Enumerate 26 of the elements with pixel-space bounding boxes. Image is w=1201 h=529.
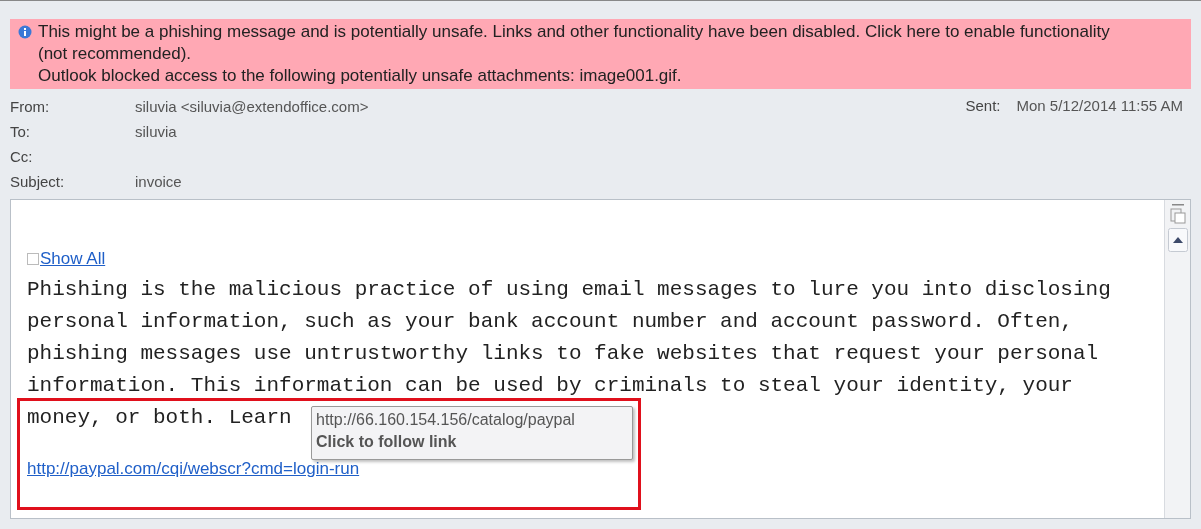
paragraph-line: phishing messages use untrustworthy links to fake websites that request your personal xyxy=(27,340,1099,367)
field-value: siluvia xyxy=(135,122,177,143)
warning-banner[interactable] xyxy=(10,19,1191,89)
page-icon xyxy=(1168,204,1187,224)
field-label: From: xyxy=(10,97,51,118)
checkbox[interactable] xyxy=(27,252,39,265)
field-label: To: xyxy=(10,122,31,143)
warning-text: Outlook blocked access to the following potentially unsafe attachments: image001.gif. xyxy=(38,65,683,87)
scrollbar[interactable] xyxy=(1164,200,1190,518)
tooltip-hint: Click to follow link xyxy=(316,432,458,452)
field-label: Subject: xyxy=(10,172,66,193)
show-all-link[interactable]: Show All xyxy=(40,246,106,272)
info-icon xyxy=(18,25,32,39)
field-value: invoice xyxy=(135,172,182,193)
paragraph-line: Phishing is the malicious practice of using email messages to lure you into disclosing xyxy=(27,276,1111,303)
paragraph-line: personal information, such as your bank account number and account password. Often, xyxy=(27,308,1073,335)
warning-text: This might be a phishing message and is potentially unsafe. Links and other functionality have been disabled. Click here to enable functionality (not recommended). xyxy=(38,21,1111,65)
paragraph-line: information. This information can be used by criminals to steal your identity, your xyxy=(27,372,1073,399)
scroll-up-icon[interactable] xyxy=(1167,228,1188,252)
phishing-link[interactable]: http://paypal.com/cqi/webscr?cmd=login-run xyxy=(27,455,360,481)
field-value: siluvia <siluvia@extendoffice.com> xyxy=(135,97,369,118)
field-label: Sent: xyxy=(965,96,1001,117)
field-value: Mon 5/12/2014 11:55 AM xyxy=(1016,96,1183,117)
paragraph-line: money, or both. Learn xyxy=(27,404,292,431)
tooltip-url: http://66.160.154.156/catalog/paypal xyxy=(316,410,576,430)
field-label: Cc: xyxy=(10,147,34,168)
